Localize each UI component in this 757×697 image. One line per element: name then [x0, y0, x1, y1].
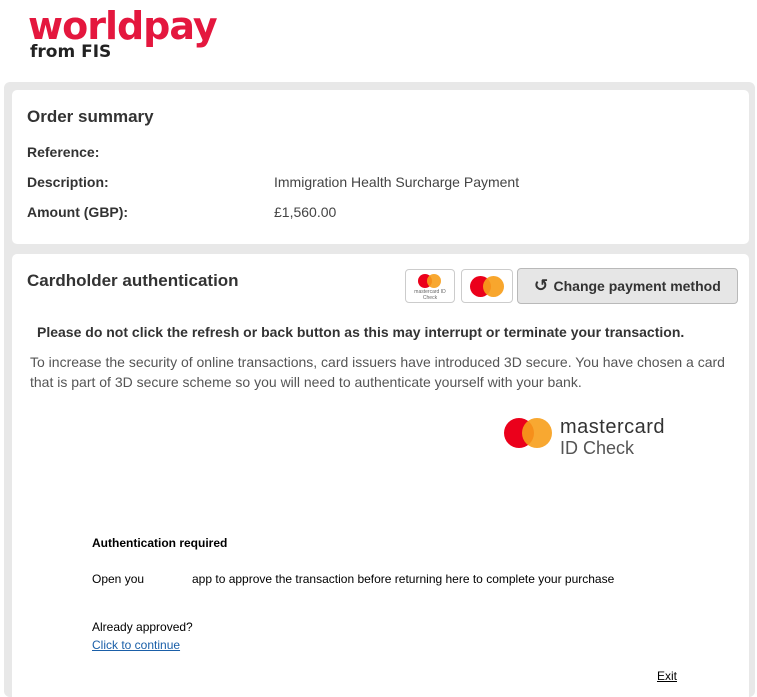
- worldpay-logo: worldpay from FIS: [28, 4, 218, 62]
- amount-value: £1,560.00: [274, 204, 337, 220]
- cardholder-authentication-panel: Cardholder authentication mastercard ID …: [12, 254, 749, 697]
- order-summary-panel: Order summary Reference: Description: Im…: [12, 90, 749, 244]
- authentication-required-heading: Authentication required: [92, 536, 228, 550]
- click-to-continue-label: Click to continue: [92, 638, 181, 652]
- amount-label: Amount (GBP):: [27, 204, 129, 220]
- refresh-icon: ↻: [534, 276, 549, 295]
- click-to-continue-link[interactable]: Click to continue: [92, 638, 180, 652]
- cardholder-authentication-title: Cardholder authentication: [27, 271, 239, 290]
- idcheck-product-text: ID Check: [560, 438, 635, 458]
- idcheck-brand-text: mastercard: [560, 416, 666, 438]
- open-app-text-prefix: Open you: [92, 572, 145, 586]
- description-value: Immigration Health Surcharge Payment: [274, 174, 520, 190]
- id-check-thumbnail: mastercard ID Check: [405, 269, 455, 303]
- open-app-text: app to approve the transaction before re…: [192, 572, 615, 586]
- refresh-warning: Please do not click the refresh or back …: [37, 324, 685, 340]
- description-label: Description:: [27, 174, 109, 190]
- order-summary-title: Order summary: [27, 107, 154, 126]
- change-payment-method-button[interactable]: ↻ Change payment method: [517, 268, 738, 304]
- payment-container: Order summary Reference: Description: Im…: [4, 82, 755, 697]
- already-approved-text: Already approved?: [92, 620, 193, 634]
- exit-link[interactable]: Exit: [657, 669, 677, 683]
- change-payment-method-label: Change payment method: [553, 278, 721, 294]
- mastercard-orange-circle-icon: [427, 274, 441, 288]
- mastercard-orange-circle-icon: [483, 276, 504, 297]
- id-check-thumb-caption: mastercard ID Check: [414, 289, 446, 301]
- reference-label: Reference:: [27, 144, 100, 160]
- mastercard-orange-circle-icon: [522, 418, 552, 448]
- mastercard-thumbnail: [461, 269, 513, 303]
- 3d-secure-info: To increase the security of online trans…: [30, 354, 725, 390]
- exit-label: Exit: [657, 669, 678, 683]
